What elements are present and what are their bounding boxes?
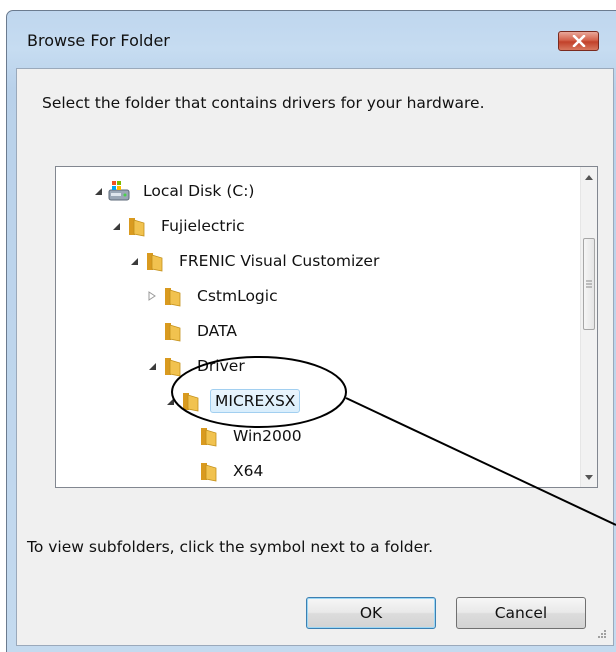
folder-icon [162,320,184,342]
scroll-down-arrow-icon [585,474,593,480]
tree-item-x64[interactable]: X64 [182,457,268,485]
tree-item-fujielectric[interactable]: Fujielectric [110,212,250,240]
cancel-button[interactable]: Cancel [456,597,586,629]
window-title: Browse For Folder [27,31,170,50]
expanded-arrow-icon[interactable] [128,255,140,267]
tree-item-driver[interactable]: Driver [146,352,250,380]
scroll-up-arrow-icon [585,174,593,180]
tree-item-label: Fujielectric [161,217,245,235]
tree-item-frenic-visual-customizer[interactable]: FRENIC Visual Customizer [128,247,384,275]
tree-item-label: FRENIC Visual Customizer [179,252,380,270]
expanded-arrow-icon[interactable] [110,220,122,232]
folder-icon [198,425,220,447]
hint-text: To view subfolders, click the symbol nex… [27,538,434,556]
ok-button[interactable]: OK [306,597,436,629]
folder-icon [180,390,202,412]
scroll-down-button[interactable] [581,469,597,486]
folder-tree[interactable]: Local Disk (C:) Fujielectric FRENIC Visu… [55,166,598,488]
close-icon [572,35,585,47]
collapsed-arrow-icon[interactable] [146,290,158,302]
folder-icon [162,355,184,377]
tree-item-label: Driver [197,357,245,375]
expanded-arrow-icon[interactable] [164,395,176,407]
no-expander [182,465,194,477]
scroll-up-button[interactable] [581,168,597,185]
expanded-arrow-icon[interactable] [146,360,158,372]
local-disk-icon [108,180,130,202]
vertical-scrollbar[interactable] [580,167,597,487]
no-expander [146,325,158,337]
dialog-body: Select the folder that contains drivers … [16,68,614,646]
tree-item-label: Local Disk (C:) [143,182,255,200]
instructions-text: Select the folder that contains drivers … [42,94,485,112]
tree-item-local-disk[interactable]: Local Disk (C:) [92,177,259,205]
tree-item-label-selected: MICREXSX [210,389,301,413]
tree-item-label: CstmLogic [197,287,278,305]
folder-icon [162,285,184,307]
tree-item-label: DATA [197,322,237,340]
tree-item-win2000[interactable]: Win2000 [182,422,307,450]
folder-icon [198,460,220,482]
tree-item-cstmlogic[interactable]: CstmLogic [146,282,283,310]
tree-rows: Local Disk (C:) Fujielectric FRENIC Visu… [56,167,581,487]
browse-for-folder-dialog: Browse For Folder Select the folder that… [6,10,616,652]
tree-item-data[interactable]: DATA [146,317,242,345]
scroll-thumb[interactable] [583,238,595,330]
expanded-arrow-icon[interactable] [92,185,104,197]
tree-item-micrexsx[interactable]: MICREXSX [164,387,301,415]
grip-lines-icon [586,280,592,288]
tree-item-label: X64 [233,462,264,480]
folder-icon [144,250,166,272]
tree-item-label: Win2000 [233,427,302,445]
canvas: Browse For Folder Select the folder that… [0,0,616,652]
title-bar: Browse For Folder [7,11,616,65]
close-button[interactable] [558,31,599,51]
folder-icon [126,215,148,237]
resize-grip-icon[interactable] [595,627,607,639]
no-expander [182,430,194,442]
